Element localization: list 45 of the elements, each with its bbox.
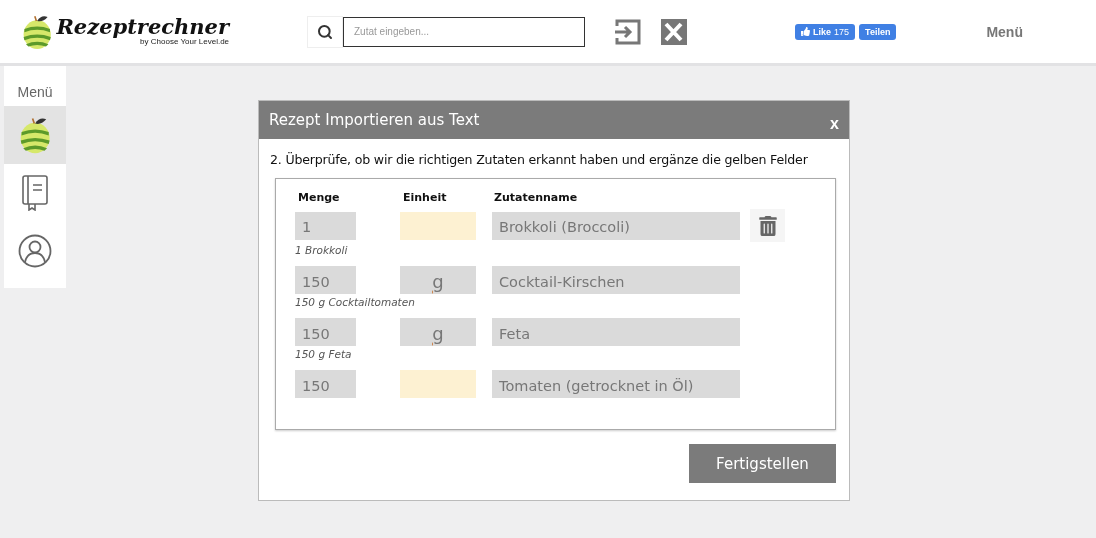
finish-button[interactable]: Fertigstellen	[689, 444, 836, 483]
unit-field[interactable]	[400, 370, 476, 398]
ingredient-name-field[interactable]: Brokkoli (Broccoli)	[492, 211, 740, 240]
column-header: Einheit	[402, 191, 448, 204]
ingredient-name-field[interactable]: Cocktail-Kirschen	[492, 266, 740, 294]
logo-title: Rezeptrechner	[56, 16, 230, 38]
search-field[interactable]: Zutat eingeben...	[343, 16, 585, 47]
like-button[interactable]: Like 175	[795, 23, 856, 40]
apple-logo-icon	[22, 13, 53, 50]
unit-field[interactable]	[400, 211, 476, 240]
like-label: Like	[813, 26, 831, 37]
menu-link[interactable]: Menü	[986, 23, 1023, 40]
close-button[interactable]	[661, 18, 687, 45]
share-button[interactable]: Teilen	[859, 23, 897, 40]
original-text: 150 g Cocktailtomaten	[295, 296, 416, 308]
column-header: Zutatenname	[493, 191, 579, 204]
logo-subtitle: by Choose Your Level.de	[140, 37, 230, 47]
original-text: 1 Brokkoli	[295, 244, 349, 256]
amount-field[interactable]: 150	[295, 266, 356, 294]
ingredient-name-field[interactable]: Feta	[492, 318, 740, 346]
search-button[interactable]	[307, 15, 343, 48]
amount-field[interactable]: 1	[295, 211, 356, 240]
user-icon	[18, 234, 52, 268]
notebook-icon	[21, 175, 49, 211]
instruction-text: 2. Überprüfe, ob wir die richtigen Zutaten erkannt haben und ergänze die gelben Felder	[270, 152, 809, 167]
apple-icon	[18, 115, 52, 155]
unit-field[interactable]: g	[400, 318, 476, 346]
ingredient-name-field[interactable]: Tomaten (getrocknet in Öl)	[492, 370, 740, 398]
amount-field[interactable]: 150	[295, 370, 356, 398]
trash-icon	[757, 215, 778, 236]
close-icon	[661, 18, 687, 45]
dialog-title: Rezept Importieren aus Text	[269, 111, 480, 129]
amount-field[interactable]: 150	[295, 318, 356, 346]
close-button[interactable]: x	[830, 115, 839, 133]
import-button[interactable]	[615, 18, 641, 45]
search-icon	[317, 23, 333, 40]
import-icon	[615, 18, 641, 45]
sidebar-item[interactable]	[4, 106, 66, 164]
unit-field[interactable]: g	[400, 266, 476, 294]
thumbs-up-icon	[801, 27, 810, 36]
sidebar-title: Menü	[16, 83, 54, 102]
delete-button[interactable]	[750, 209, 785, 242]
column-header: Menge	[297, 191, 341, 204]
like-count: 175	[834, 26, 850, 37]
original-text: 150 g Feta	[295, 348, 353, 360]
